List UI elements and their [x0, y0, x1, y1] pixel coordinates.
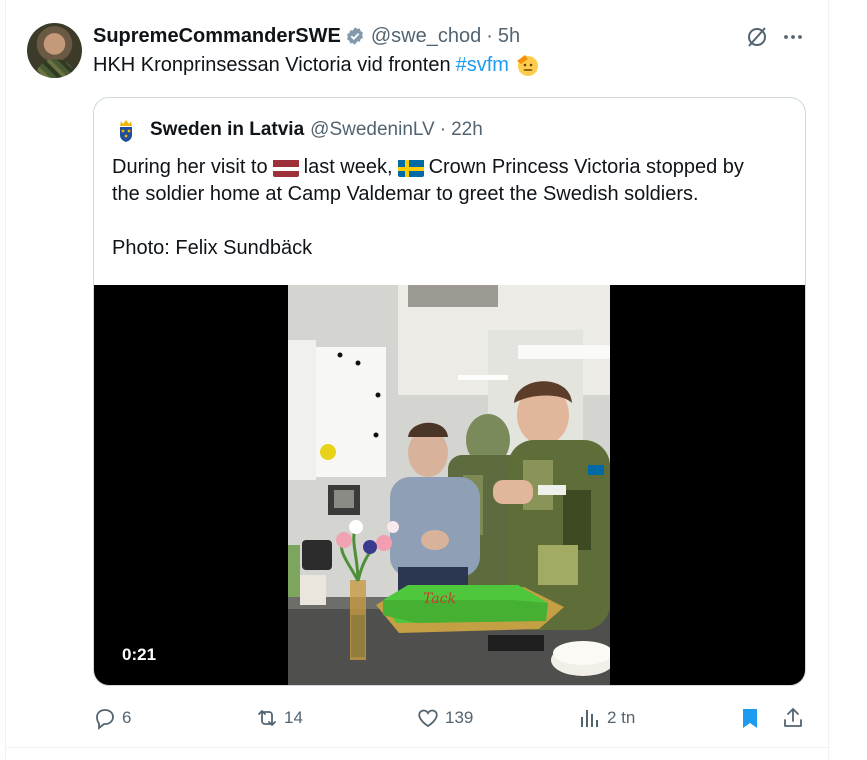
- retweet-icon: [258, 710, 276, 726]
- reply-count: 6: [122, 708, 132, 727]
- quoted-tweet-header: Sweden in Latvia @SwedeninLV · 22h: [112, 116, 483, 144]
- svg-text:Tack: Tack: [423, 591, 456, 607]
- verified-badge-icon: [345, 26, 365, 46]
- separator-dot: ·: [486, 24, 493, 47]
- views-button[interactable]: 2 tn: [578, 705, 635, 731]
- tweet-divider: [5, 747, 829, 748]
- retweet-count: 14: [284, 708, 303, 727]
- hashtag-link[interactable]: #svfm: [456, 54, 509, 77]
- tweet-header: SupremeCommanderSWE @swe_chod · 5h: [93, 24, 520, 48]
- more-options-icon[interactable]: [781, 25, 805, 49]
- author-display-name[interactable]: SupremeCommanderSWE: [93, 25, 341, 48]
- quoted-tweet-timestamp[interactable]: 22h: [451, 119, 483, 141]
- tweet-actions-bar: 6 14 139 2 tn: [93, 705, 813, 731]
- views-icon: [581, 710, 598, 727]
- retweet-button[interactable]: 14: [255, 705, 303, 731]
- tweet-text-body: HKH Kronprinsessan Victoria vid fronten: [93, 53, 451, 76]
- quoted-text-part: last week,: [303, 156, 393, 178]
- video-duration: 0:21: [122, 645, 157, 664]
- tweet-timestamp[interactable]: 5h: [498, 25, 520, 48]
- quoted-author-name[interactable]: Sweden in Latvia: [150, 119, 304, 141]
- like-button[interactable]: 139: [416, 705, 473, 731]
- quoted-text-part: During her visit to: [112, 156, 268, 178]
- quoted-text-part: Crown Princess Victoria stopped by: [428, 156, 744, 178]
- share-button[interactable]: [781, 705, 805, 731]
- sweden-flag-icon: [397, 159, 424, 177]
- latvia-flag-icon: [272, 159, 299, 177]
- quoted-text-line: the soldier home at Camp Valdemar to gre…: [112, 183, 699, 205]
- author-handle[interactable]: @swe_chod: [371, 25, 481, 48]
- tweet-text: HKH Kronprinsessan Victoria vid fronten …: [93, 53, 539, 77]
- bookmark-icon: [743, 709, 757, 728]
- grok-icon[interactable]: [745, 25, 769, 49]
- timeline-left-border: [5, 0, 6, 760]
- video-player[interactable]: Tack 0:21: [94, 285, 805, 685]
- reply-icon: [96, 709, 114, 730]
- sweden-embassy-avatar[interactable]: [112, 116, 140, 144]
- views-count: 2 tn: [607, 708, 636, 727]
- like-count: 139: [445, 708, 474, 727]
- video-thumbnail[interactable]: Tack: [288, 285, 610, 685]
- bookmark-button[interactable]: [738, 705, 762, 731]
- quoted-tweet-card[interactable]: Sweden in Latvia @SwedeninLV · 22h Durin…: [93, 97, 806, 686]
- quoted-tweet-text: During her visit to last week, Crown Pri…: [112, 154, 797, 262]
- reply-button[interactable]: 6: [93, 705, 131, 731]
- saluting-face-emoji-icon: [515, 53, 539, 77]
- separator-dot: ·: [439, 119, 447, 140]
- like-icon: [418, 709, 438, 728]
- quoted-author-handle[interactable]: @SwedeninLV: [310, 119, 435, 141]
- share-icon: [784, 708, 802, 727]
- author-avatar[interactable]: [27, 23, 82, 78]
- timeline-right-border: [828, 0, 829, 760]
- photo-credit: Photo: Felix Sundbäck: [112, 237, 313, 259]
